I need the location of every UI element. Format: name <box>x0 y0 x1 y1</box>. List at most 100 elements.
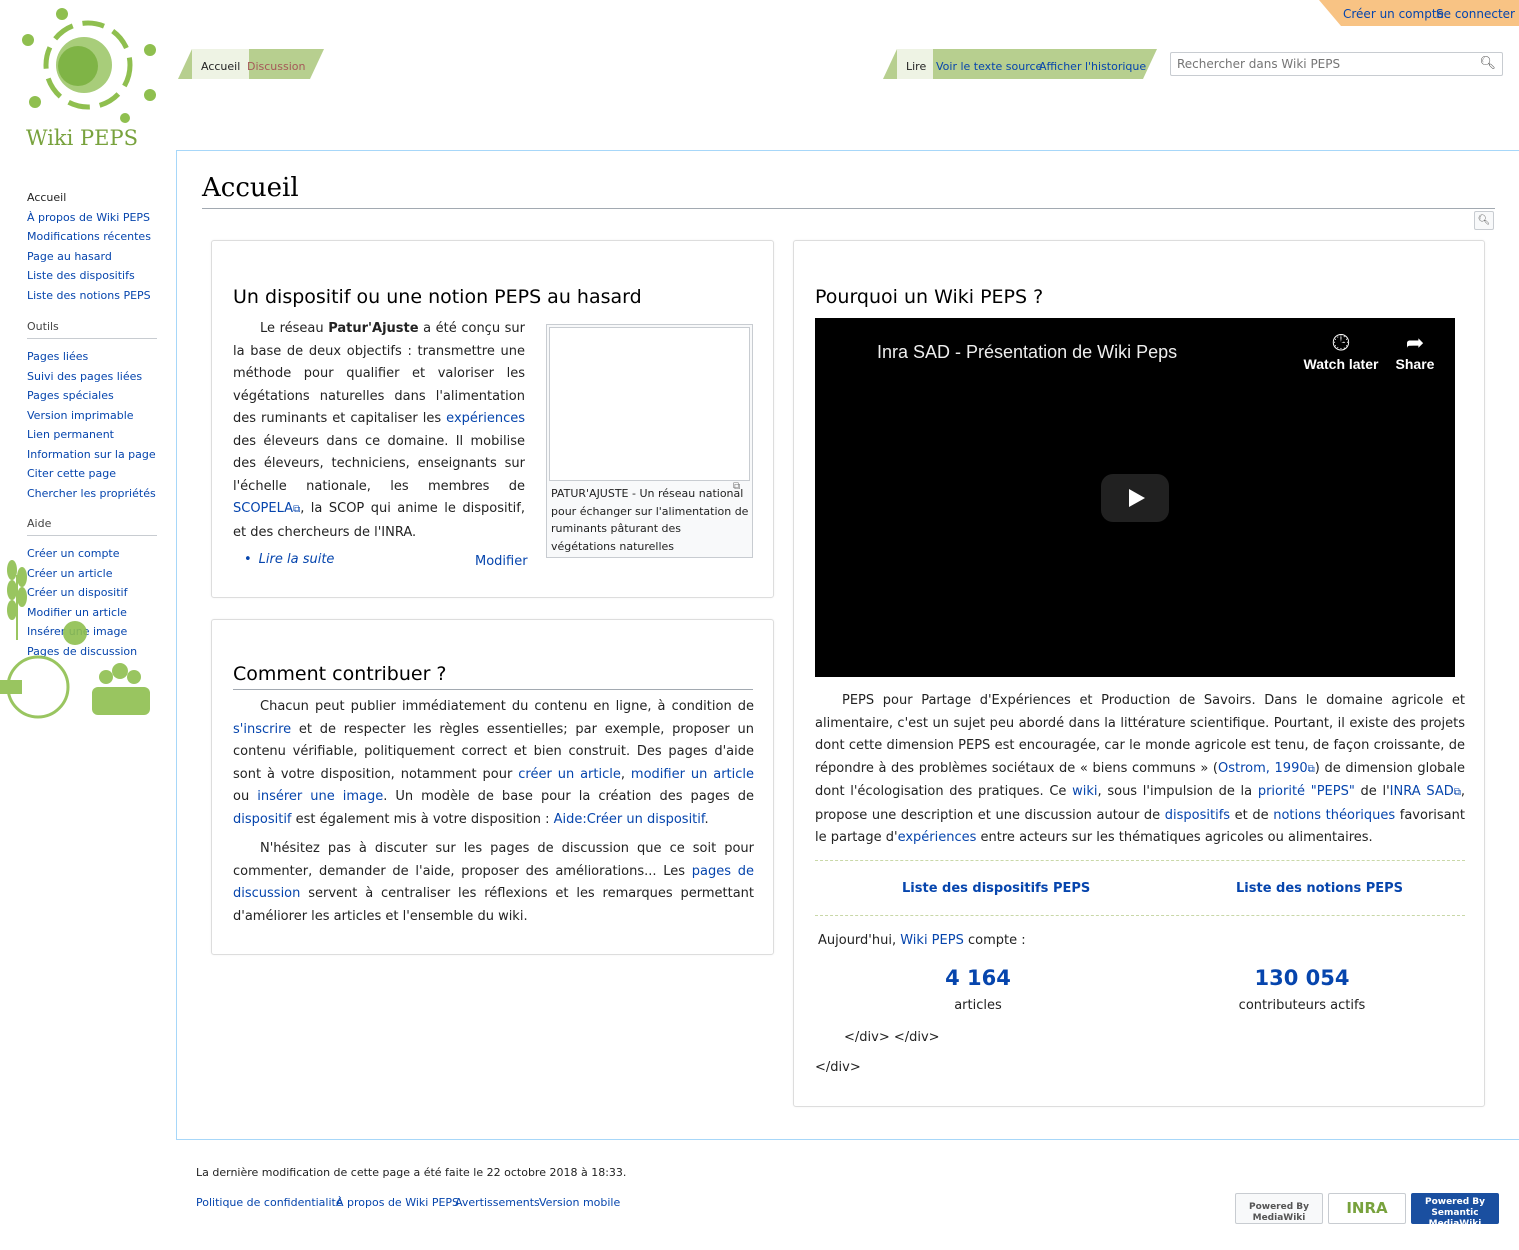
raw-markup-text: </div> <box>815 1060 861 1075</box>
sidebar-item-create-article[interactable]: Créer un article <box>27 564 157 584</box>
sidebar-item-browse-properties[interactable]: Chercher les propriétés <box>27 484 157 504</box>
signup-link[interactable]: s'inscrire <box>233 722 291 737</box>
sidebar-navigation: Accueil À propos de Wiki PEPS Modificati… <box>27 188 157 305</box>
ostrom-link[interactable]: Ostrom, 1990 <box>1218 761 1308 776</box>
video-player[interactable]: Inra SAD - Présentation de Wiki Peps 🕒︎ … <box>815 318 1455 677</box>
sidebar-item-insert-image[interactable]: Insérer une image <box>27 622 157 642</box>
read-more-link[interactable]: Lire la suite <box>244 552 335 567</box>
why-wiki-box: Pourquoi un Wiki PEPS ? Inra SAD - Prése… <box>793 240 1485 1107</box>
footer-about-link[interactable]: À propos de Wiki PEPS <box>336 1196 459 1209</box>
contribute-paragraph-1: Chacun peut publier immédiatement du con… <box>233 699 755 827</box>
contributors-count[interactable]: 130 054 <box>1202 966 1402 990</box>
sidebar-item-page-info[interactable]: Information sur la page <box>27 445 157 465</box>
why-paragraph: PEPS pour Partage d'Expériences et Produ… <box>815 693 1465 845</box>
content-area: Accueil 🔍︎ Un dispositif ou une notion P… <box>176 150 1519 1140</box>
play-icon[interactable] <box>1101 474 1169 522</box>
contributors-label: contributeurs actifs <box>1238 998 1366 1013</box>
sidebar-item-about[interactable]: À propos de Wiki PEPS <box>27 208 157 228</box>
sidebar-item-create-dispositif[interactable]: Créer un dispositif <box>27 583 157 603</box>
contribute-paragraph-2: N'hésitez pas à discuter sur les pages d… <box>233 841 755 924</box>
thumbnail-caption: PATUR'AJUSTE - Un réseau national pour é… <box>551 487 749 553</box>
articles-label: articles <box>954 998 1002 1013</box>
sidebar-item-list-notions[interactable]: Liste des notions PEPS <box>27 286 157 306</box>
tab-discussion[interactable]: Discussion <box>247 60 306 73</box>
articles-count[interactable]: 4 164 <box>878 966 1078 990</box>
tab-history[interactable]: Afficher l'historique <box>1039 60 1146 73</box>
dispositifs-link[interactable]: dispositifs <box>1165 808 1230 823</box>
page-status-icon[interactable]: 🔍︎ <box>1474 211 1494 230</box>
search-input[interactable] <box>1175 54 1475 74</box>
page-title: Accueil <box>202 173 299 203</box>
sidebar-item-special-pages[interactable]: Pages spéciales <box>27 386 157 406</box>
tools-heading: Outils <box>27 320 157 339</box>
contribute-box: Comment contribuer ? Chacun peut publier… <box>211 619 774 955</box>
sidebar-item-discussion-pages[interactable]: Pages de discussion <box>27 642 157 662</box>
external-link-icon: ⧉ <box>1453 787 1461 798</box>
share-icon: ➦ <box>1405 330 1425 355</box>
footer-mobile-link[interactable]: Version mobile <box>539 1196 620 1209</box>
random-dispositif-box: Un dispositif ou une notion PEPS au hasa… <box>211 240 774 598</box>
wiki-link[interactable]: wiki <box>1072 784 1097 799</box>
contribute-heading: Comment contribuer ? <box>233 663 447 685</box>
tab-accueil[interactable]: Accueil <box>192 49 249 79</box>
sidebar-tools: Outils Pages liées Suivi des pages liées… <box>27 320 157 503</box>
random-box-text: Le réseau Patur'Ajuste a été conçu sur l… <box>233 321 525 540</box>
divider <box>815 915 1465 916</box>
mediawiki-badge[interactable]: Powered By MediaWiki <box>1235 1193 1323 1224</box>
inra-badge[interactable]: INRA <box>1328 1193 1406 1224</box>
sidebar-item-random-page[interactable]: Page au hasard <box>27 247 157 267</box>
why-heading: Pourquoi un Wiki PEPS ? <box>815 286 1044 308</box>
create-account-link[interactable]: Créer un compte <box>1343 7 1444 21</box>
dispositif-link[interactable]: dispositif <box>233 812 292 827</box>
random-box-heading: Un dispositif ou une notion PEPS au hasa… <box>233 286 642 308</box>
sidebar-item-list-dispositifs[interactable]: Liste des dispositifs <box>27 266 157 286</box>
wiki-peps-link[interactable]: Wiki PEPS <box>900 933 964 948</box>
heading-divider <box>233 689 753 690</box>
sidebar-help: Aide Créer un compte Créer un article Cr… <box>27 517 157 661</box>
help-create-dispositif-link[interactable]: Aide:Créer un dispositif <box>554 812 705 827</box>
list-dispositifs-link[interactable]: Liste des dispositifs PEPS <box>902 881 1090 896</box>
sidebar-item-create-account[interactable]: Créer un compte <box>27 544 157 564</box>
sidebar-item-permalink[interactable]: Lien permanent <box>27 425 157 445</box>
create-article-link[interactable]: créer un article <box>518 767 621 782</box>
tab-lire[interactable]: Lire <box>897 49 933 79</box>
edit-article-link[interactable]: modifier un article <box>631 767 754 782</box>
sidebar-item-related-changes[interactable]: Suivi des pages liées <box>27 367 157 387</box>
experiences-link[interactable]: expériences <box>898 830 977 845</box>
patur-ajuste-bold: Patur'Ajuste <box>328 321 419 336</box>
search-icon[interactable]: 🔍︎ <box>1479 56 1496 71</box>
today-stats-label: Aujourd'hui, Wiki PEPS compte : <box>818 933 1026 948</box>
experiences-link[interactable]: expériences <box>446 411 525 426</box>
title-divider <box>202 208 1495 209</box>
sidebar-item-what-links-here[interactable]: Pages liées <box>27 347 157 367</box>
share-button[interactable]: ➦ Share <box>1385 330 1445 372</box>
notions-link[interactable]: notions théoriques <box>1273 808 1395 823</box>
edit-link[interactable]: Modifier <box>475 554 528 569</box>
sidebar-item-edit-article[interactable]: Modifier un article <box>27 603 157 623</box>
login-link[interactable]: Se connecter <box>1436 7 1515 21</box>
sidebar-item-accueil[interactable]: Accueil <box>27 188 157 208</box>
logo-gear-icon <box>22 8 156 123</box>
tab-view-source[interactable]: Voir le texte source <box>936 60 1042 73</box>
personal-tools: Créer un compte Se connecter <box>1319 0 1519 26</box>
inra-sad-link[interactable]: INRA SAD <box>1390 784 1454 799</box>
last-modified: La dernière modification de cette page a… <box>196 1166 627 1179</box>
video-title[interactable]: Inra SAD - Présentation de Wiki Peps <box>877 342 1177 363</box>
sidebar-item-cite[interactable]: Citer cette page <box>27 464 157 484</box>
watch-later-button[interactable]: 🕒︎ Watch later <box>1303 330 1379 372</box>
namespace-tabs: Accueil Discussion <box>178 49 324 79</box>
scopela-link[interactable]: SCOPELA <box>233 501 293 516</box>
thumbnail-image[interactable] <box>549 327 750 481</box>
sidebar-item-recent-changes[interactable]: Modifications récentes <box>27 227 157 247</box>
priorite-link[interactable]: priorité "PEPS" <box>1258 784 1355 799</box>
site-logo[interactable]: Wiki PEPS <box>0 0 176 160</box>
list-notions-link[interactable]: Liste des notions PEPS <box>1236 881 1403 896</box>
footer-privacy-link[interactable]: Politique de confidentialité <box>196 1196 343 1209</box>
sidebar-item-printable[interactable]: Version imprimable <box>27 406 157 426</box>
footer-disclaimers-link[interactable]: Avertissements <box>455 1196 540 1209</box>
help-heading: Aide <box>27 517 157 536</box>
clock-icon: 🕒︎ <box>1332 330 1350 355</box>
insert-image-link[interactable]: insérer une image <box>257 789 383 804</box>
semantic-mediawiki-badge[interactable]: Powered By Semantic MediaWiki <box>1411 1193 1499 1229</box>
raw-markup-text: </div> </div> <box>844 1030 940 1045</box>
